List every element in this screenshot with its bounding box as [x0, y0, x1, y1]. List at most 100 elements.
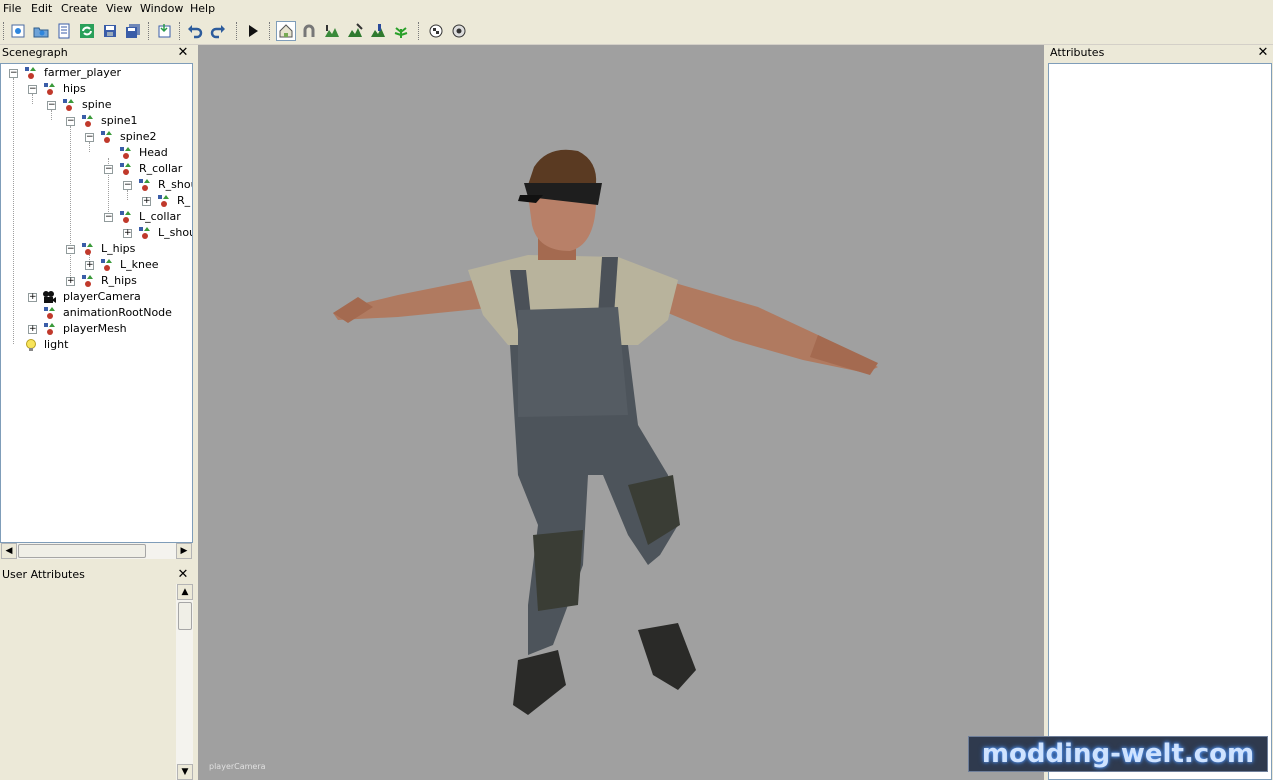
joint-icon [44, 83, 55, 95]
checker-icon[interactable] [426, 21, 446, 41]
toolbar-grip[interactable] [269, 22, 272, 40]
settings-icon[interactable] [449, 21, 469, 41]
menu-edit[interactable]: Edit [31, 2, 52, 15]
scroll-down-icon[interactable]: ▼ [177, 764, 193, 780]
horizontal-scrollbar[interactable]: ◀ ▶ [1, 543, 192, 559]
toolbar-grip[interactable] [3, 22, 6, 40]
tree-line [51, 110, 52, 120]
redo-icon[interactable] [208, 21, 228, 41]
tree-label: R_ [177, 194, 191, 207]
scroll-up-icon[interactable]: ▲ [177, 584, 193, 600]
joint-icon [82, 275, 93, 287]
toolbar [0, 18, 1273, 45]
scroll-right-icon[interactable]: ▶ [176, 543, 192, 559]
close-icon[interactable]: ✕ [176, 568, 190, 582]
joint-icon [101, 259, 112, 271]
collapse-icon[interactable]: − [9, 69, 18, 78]
joint-icon [44, 323, 55, 335]
tree-label: R_hips [101, 274, 137, 287]
tree-label: spine1 [101, 114, 138, 127]
joint-icon [63, 99, 74, 111]
tree-label: R_shou [158, 178, 192, 191]
scenegraph-title: Scenegraph [2, 46, 68, 59]
toolbar-grip[interactable] [148, 22, 151, 40]
menu-file[interactable]: File [3, 2, 21, 15]
menu-create[interactable]: Create [61, 2, 98, 15]
tree-label: hips [63, 82, 86, 95]
tree-label: L_collar [139, 210, 181, 223]
tree-label: L_hips [101, 242, 136, 255]
attributes-title: Attributes [1050, 46, 1105, 59]
save-all-icon[interactable] [123, 21, 143, 41]
close-icon[interactable]: ✕ [1256, 46, 1270, 60]
collapse-icon[interactable]: − [104, 213, 113, 222]
refresh-icon[interactable] [77, 21, 97, 41]
joint-icon [139, 227, 150, 239]
joint-icon [25, 67, 36, 79]
tree-label: spine2 [120, 130, 157, 143]
undo-icon[interactable] [185, 21, 205, 41]
menu-help[interactable]: Help [190, 2, 215, 15]
home-icon[interactable] [276, 21, 296, 41]
collapse-icon[interactable]: − [28, 85, 37, 94]
joint-icon [120, 211, 131, 223]
joint-icon [82, 243, 93, 255]
watermark-logo: modding-welt.com [968, 736, 1268, 772]
tree-line [127, 190, 128, 200]
tree-label: L_shou [158, 226, 193, 239]
tree-label: animationRootNode [63, 306, 172, 319]
tree-label: spine [82, 98, 112, 111]
tree-line [13, 78, 14, 344]
close-icon[interactable]: ✕ [176, 46, 190, 60]
joint-icon [120, 163, 131, 175]
new-scene-icon[interactable] [8, 21, 28, 41]
play-icon[interactable] [243, 21, 263, 41]
menu-window[interactable]: Window [140, 2, 183, 15]
expand-icon[interactable]: + [85, 261, 94, 270]
menu-bar: File Edit Create View Window Help [0, 0, 1273, 17]
tree-line [32, 94, 33, 104]
scroll-thumb[interactable] [18, 544, 146, 558]
scenegraph-tree[interactable]: − farmer_player − hips − spine − spine1 … [0, 63, 193, 543]
toolbar-grip[interactable] [418, 22, 421, 40]
farmer-character-model [333, 149, 878, 715]
collapse-icon[interactable]: − [123, 181, 132, 190]
expand-icon[interactable]: + [142, 197, 151, 206]
light-bulb-icon [26, 339, 36, 351]
import-icon[interactable] [154, 21, 174, 41]
tree-label: light [44, 338, 69, 351]
toolbar-grip[interactable] [236, 22, 239, 40]
joint-icon [44, 307, 55, 319]
expand-icon[interactable]: + [66, 277, 75, 286]
tree-line [70, 126, 71, 280]
collapse-icon[interactable]: − [66, 245, 75, 254]
joint-icon [158, 195, 169, 207]
collapse-icon[interactable]: − [47, 101, 56, 110]
terrain-icon[interactable] [322, 21, 342, 41]
magnet-icon[interactable] [299, 21, 319, 41]
terrain-paint-icon[interactable] [368, 21, 388, 41]
collapse-icon[interactable]: − [85, 133, 94, 142]
camera-label: playerCamera [209, 762, 266, 771]
vertical-scrollbar[interactable]: ▲ ▼ [176, 584, 193, 780]
toolbar-grip[interactable] [179, 22, 182, 40]
scroll-thumb[interactable] [178, 602, 192, 630]
collapse-icon[interactable]: − [104, 165, 113, 174]
tree-label: farmer_player [44, 66, 122, 79]
expand-icon[interactable]: + [28, 293, 37, 302]
save-icon[interactable] [100, 21, 120, 41]
list-icon[interactable] [54, 21, 74, 41]
terrain-edit-icon[interactable] [345, 21, 365, 41]
expand-icon[interactable]: + [123, 229, 132, 238]
joint-icon [82, 115, 93, 127]
attributes-panel [1048, 63, 1272, 780]
scroll-left-icon[interactable]: ◀ [1, 543, 17, 559]
joint-icon [139, 179, 150, 191]
3d-viewport[interactable]: playerCamera [198, 45, 1044, 780]
collapse-icon[interactable]: − [66, 117, 75, 126]
open-icon[interactable] [31, 21, 51, 41]
expand-icon[interactable]: + [28, 325, 37, 334]
joint-icon [120, 147, 131, 159]
menu-view[interactable]: View [106, 2, 132, 15]
foliage-icon[interactable] [391, 21, 411, 41]
